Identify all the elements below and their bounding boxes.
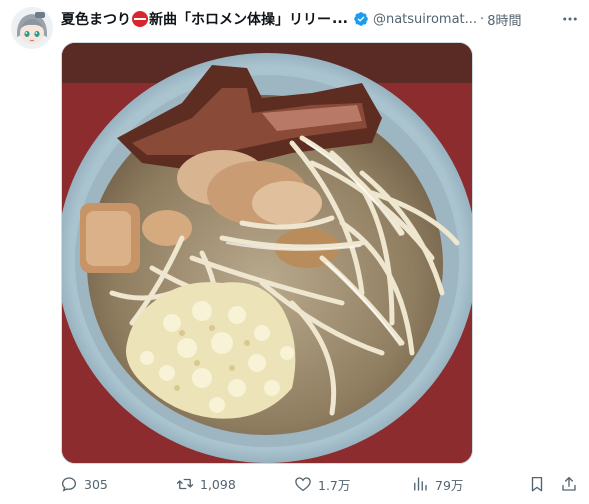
share-icon — [562, 476, 576, 491]
avatar-image — [11, 7, 53, 49]
reply-count: 305 — [84, 476, 108, 492]
share-button[interactable] — [560, 475, 578, 493]
retweet-count: 1,098 — [200, 476, 236, 492]
retweet-button[interactable]: 1,098 — [176, 475, 236, 493]
like-count: 1.7万 — [318, 477, 351, 493]
tweet-actions: 305 1,098 1.7万 79万 — [58, 472, 583, 496]
display-name-text: 夏色まつり — [61, 12, 131, 28]
views-button[interactable]: 79万 — [411, 475, 463, 494]
display-name[interactable]: 夏色まつり 新曲「ホロメン体操」リリー — [61, 9, 331, 29]
tweet-photo[interactable] — [61, 42, 473, 464]
more-horizontal-icon — [563, 17, 577, 21]
reply-button[interactable]: 305 — [60, 475, 108, 493]
reply-icon — [61, 477, 77, 492]
heart-icon — [295, 477, 311, 492]
display-name-suffix: 新曲「ホロメン体操」リリー — [149, 12, 331, 28]
tweet-header: 夏色まつり 新曲「ホロメン体操」リリー ... @natsuiromat... ·… — [61, 8, 581, 30]
no-entry-emoji-icon — [132, 11, 148, 27]
bookmark-button[interactable] — [528, 475, 546, 493]
bar-chart-icon — [414, 477, 427, 491]
separator-dot: · — [480, 11, 485, 27]
retweet-icon — [176, 478, 194, 490]
more-options-button[interactable] — [559, 8, 581, 30]
timestamp[interactable]: 8時間 — [487, 10, 521, 29]
user-handle[interactable]: @natsuiromat... — [373, 12, 477, 27]
avatar[interactable] — [11, 7, 53, 49]
ramen-photo — [62, 43, 472, 463]
bookmark-icon — [531, 476, 543, 492]
like-button[interactable]: 1.7万 — [294, 475, 350, 494]
view-count: 79万 — [435, 477, 464, 493]
verified-badge-icon[interactable] — [353, 11, 369, 27]
display-name-ellipsis: ... — [332, 11, 348, 27]
